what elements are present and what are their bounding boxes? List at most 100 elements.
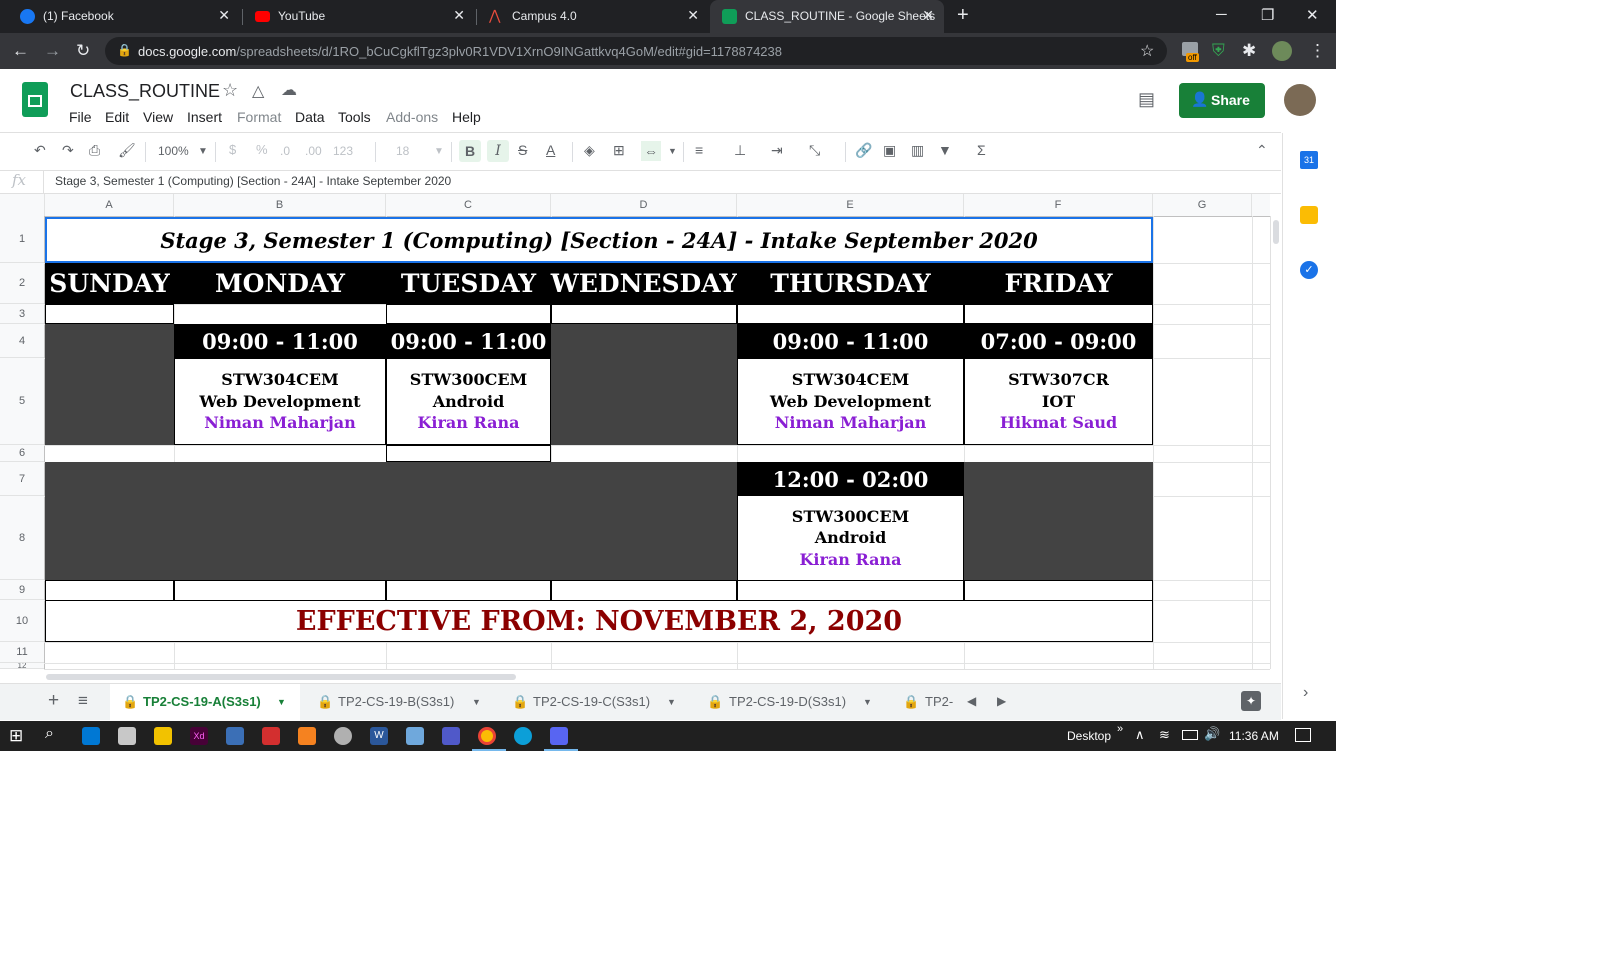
empty-cell[interactable]: [386, 580, 551, 601]
decrease-decimal-button[interactable]: .0: [280, 144, 290, 158]
row-header[interactable]: 11: [0, 642, 44, 663]
sheet-tab-b[interactable]: 🔒 TP2-CS-19-B(S3s1) ▼: [305, 684, 495, 720]
tab-facebook[interactable]: (1) Facebook ✕: [8, 0, 240, 33]
chevron-down-icon[interactable]: ▼: [668, 146, 677, 156]
app-icon[interactable]: [226, 727, 244, 745]
chevron-down-icon[interactable]: ▼: [667, 684, 676, 720]
minimize-icon[interactable]: ─: [1216, 6, 1227, 23]
notifications-icon[interactable]: [1295, 728, 1311, 742]
chevron-down-icon[interactable]: ▼: [434, 146, 444, 157]
borders-icon[interactable]: ⊞: [613, 142, 625, 159]
blocked-cell-wednesday[interactable]: [551, 324, 737, 445]
sheet-tab-c[interactable]: 🔒 TP2-CS-19-C(S3s1) ▼: [500, 684, 692, 720]
column-header-e[interactable]: E: [737, 194, 964, 216]
store-icon[interactable]: [118, 727, 136, 745]
empty-cell[interactable]: [737, 580, 964, 601]
percent-format-button[interactable]: %: [256, 142, 268, 157]
zoom-select[interactable]: 100%: [158, 144, 189, 158]
strikethrough-icon[interactable]: S: [518, 142, 527, 158]
day-header-wednesday[interactable]: WEDNESDAY: [551, 263, 737, 304]
font-size-select[interactable]: 18: [396, 144, 409, 158]
redo-icon[interactable]: ↷: [62, 142, 74, 159]
close-icon[interactable]: ✕: [218, 7, 230, 24]
tab-class-routine[interactable]: CLASS_ROUTINE - Google Sheets ✕: [710, 0, 944, 33]
profile-avatar[interactable]: [1272, 41, 1292, 61]
empty-cell[interactable]: [45, 304, 174, 324]
scroll-tabs-left-icon[interactable]: ◀: [967, 694, 976, 708]
menu-view[interactable]: View: [143, 109, 173, 125]
menu-help[interactable]: Help: [452, 109, 481, 125]
class-cell-thursday-morning[interactable]: STW304CEM Web Development Niman Maharjan: [737, 358, 964, 445]
close-icon[interactable]: ✕: [453, 7, 465, 24]
sheet-tab-e[interactable]: 🔒 TP2-: [893, 684, 955, 720]
day-header-friday[interactable]: FRIDAY: [964, 263, 1153, 304]
star-icon[interactable]: ☆: [222, 80, 238, 101]
text-rotation-icon[interactable]: ⤡: [809, 142, 820, 159]
row-header[interactable]: 5: [0, 358, 44, 445]
day-header-monday[interactable]: MONDAY: [174, 263, 386, 304]
teams-icon[interactable]: [442, 727, 460, 745]
time-slot-thursday-afternoon[interactable]: 12:00 - 02:00: [737, 462, 964, 496]
day-header-thursday[interactable]: THURSDAY: [737, 263, 964, 304]
menu-data[interactable]: Data: [295, 109, 325, 125]
sublime-icon[interactable]: [298, 727, 316, 745]
time-slot-tuesday[interactable]: 09:00 - 11:00: [386, 324, 551, 358]
menu-insert[interactable]: Insert: [187, 109, 222, 125]
chevron-down-icon[interactable]: ▼: [198, 146, 208, 157]
desktop-toolbar-label[interactable]: Desktop: [1067, 729, 1111, 743]
text-wrapping-icon[interactable]: ⇥: [771, 142, 783, 159]
bold-icon[interactable]: B: [459, 140, 481, 162]
chevron-down-icon[interactable]: ▼: [277, 684, 286, 720]
edge-icon[interactable]: [514, 727, 532, 745]
row-header[interactable]: 3: [0, 304, 44, 324]
time-slot-friday[interactable]: 07:00 - 09:00: [964, 324, 1153, 358]
tasks-icon[interactable]: ✓: [1300, 261, 1318, 279]
column-header-a[interactable]: A: [45, 194, 174, 216]
address-bar[interactable]: 🔒 docs.google.com/spreadsheets/d/1RO_bCu…: [105, 37, 1167, 65]
show-hidden-icons[interactable]: ∧: [1135, 727, 1145, 743]
row-header[interactable]: 1: [0, 216, 44, 263]
blocked-cell-friday-afternoon[interactable]: [964, 462, 1153, 580]
adobe-xd-icon[interactable]: Xd: [190, 727, 208, 745]
row-header[interactable]: 10: [0, 600, 44, 642]
sheets-logo-icon[interactable]: [22, 82, 48, 117]
blocked-cell-sunday[interactable]: [45, 324, 174, 445]
clock[interactable]: 11:36 AM: [1229, 729, 1279, 743]
chevron-down-icon[interactable]: ▼: [472, 684, 481, 720]
expand-panel-icon[interactable]: ›: [1303, 684, 1308, 702]
wifi-icon[interactable]: ≋: [1159, 727, 1170, 743]
column-header-g[interactable]: G: [1153, 194, 1252, 216]
scroll-thumb[interactable]: [1273, 220, 1279, 244]
column-header-b[interactable]: B: [174, 194, 386, 216]
undo-icon[interactable]: ↶: [34, 142, 46, 159]
close-icon[interactable]: ✕: [922, 7, 934, 24]
time-slot-monday[interactable]: 09:00 - 11:00: [174, 324, 386, 358]
new-tab-icon[interactable]: +: [957, 4, 969, 27]
vertical-scrollbar[interactable]: [1270, 216, 1282, 669]
search-icon[interactable]: ⌕: [45, 725, 54, 743]
currency-format-button[interactable]: $: [229, 142, 236, 157]
select-all-corner[interactable]: [0, 194, 45, 216]
column-header-d[interactable]: D: [551, 194, 737, 216]
insert-link-icon[interactable]: 🔗: [855, 142, 872, 159]
discord-icon[interactable]: [550, 727, 568, 745]
close-icon[interactable]: ✕: [687, 7, 699, 24]
comments-icon[interactable]: ▤: [1138, 89, 1155, 110]
more-formats-button[interactable]: 123: [333, 144, 353, 158]
menu-format[interactable]: Format: [237, 109, 281, 125]
tab-youtube[interactable]: YouTube ✕: [243, 0, 475, 33]
sheet-tab-a[interactable]: 🔒 TP2-CS-19-A(S3s1) ▼: [110, 684, 300, 720]
mail-icon[interactable]: [82, 727, 100, 745]
insert-chart-icon[interactable]: ▥: [911, 142, 924, 159]
battery-icon[interactable]: [1182, 730, 1198, 740]
volume-icon[interactable]: 🔊: [1204, 726, 1220, 742]
collapse-toolbar-icon[interactable]: ⌃: [1256, 142, 1268, 159]
row-header[interactable]: 9: [0, 580, 44, 600]
restore-icon[interactable]: ❐: [1261, 6, 1274, 24]
cloud-status-icon[interactable]: ☁: [281, 80, 297, 100]
effective-date-cell[interactable]: EFFECTIVE FROM: NOVEMBER 2, 2020: [45, 600, 1153, 642]
empty-cell[interactable]: [737, 304, 964, 324]
empty-cell[interactable]: [386, 304, 551, 324]
merge-cells-icon[interactable]: ⇔: [641, 141, 661, 161]
column-header-c[interactable]: C: [386, 194, 551, 216]
